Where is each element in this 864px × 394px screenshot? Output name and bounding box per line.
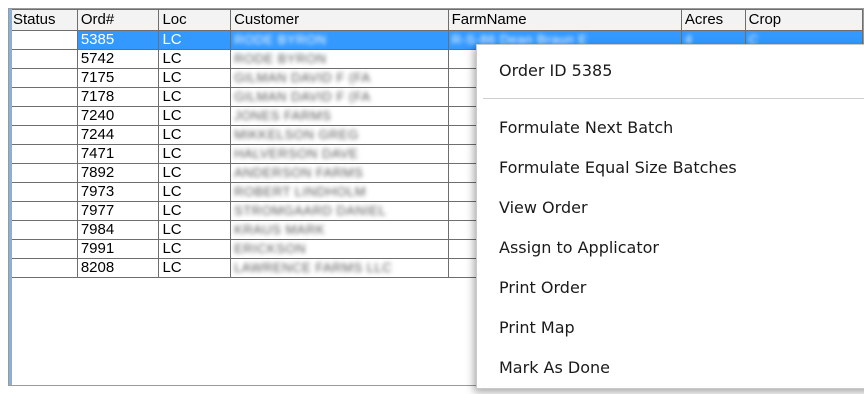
cell-ord[interactable]: 7240 bbox=[76, 106, 160, 126]
cell-loc[interactable]: LC bbox=[158, 125, 232, 145]
cell-status[interactable] bbox=[9, 49, 78, 69]
column-header-crop[interactable]: Crop bbox=[744, 9, 863, 31]
cell-customer[interactable]: STROMGAARD DANIEL bbox=[230, 201, 449, 221]
cell-status[interactable] bbox=[9, 87, 78, 107]
customer-name-redacted: STROMGAARD DANIEL bbox=[234, 203, 387, 218]
cell-ord[interactable]: 7892 bbox=[76, 163, 160, 183]
customer-name-redacted: MIKKELSON GREG bbox=[234, 127, 359, 142]
cell-loc[interactable]: LC bbox=[158, 30, 232, 50]
cell-customer[interactable]: GILMAN DAVID F (FA bbox=[230, 87, 449, 107]
customer-name-redacted: JONES FARMS bbox=[234, 108, 332, 123]
cell-ord[interactable]: 8208 bbox=[76, 258, 160, 278]
cell-customer[interactable]: ERICKSON bbox=[230, 239, 449, 259]
cell-loc[interactable]: LC bbox=[158, 201, 232, 221]
menu-separator bbox=[483, 98, 864, 99]
cell-ord[interactable]: 7991 bbox=[76, 239, 160, 259]
cell-loc[interactable]: LC bbox=[158, 182, 232, 202]
customer-name-redacted: ERICKSON bbox=[234, 241, 306, 256]
customer-name-redacted: ANDERSON FARMS bbox=[234, 165, 364, 180]
cell-customer[interactable]: RODE BYRON bbox=[230, 30, 449, 50]
cell-status[interactable] bbox=[9, 68, 78, 88]
cell-loc[interactable]: LC bbox=[158, 49, 232, 69]
cell-ord[interactable]: 7178 bbox=[76, 87, 160, 107]
column-header-loc[interactable]: Loc bbox=[158, 9, 232, 31]
cell-status[interactable] bbox=[9, 30, 78, 50]
cell-customer[interactable]: LAWRENCE FARMS LLC bbox=[230, 258, 449, 278]
context-menu-header: Order ID 5385 bbox=[499, 61, 613, 80]
cell-status[interactable] bbox=[9, 106, 78, 126]
cell-status[interactable] bbox=[9, 220, 78, 240]
cell-ord[interactable]: 7984 bbox=[76, 220, 160, 240]
column-header-ord[interactable]: Ord# bbox=[76, 9, 160, 31]
cell-loc[interactable]: LC bbox=[158, 68, 232, 88]
menu-item-mark-as-done[interactable]: Mark As Done bbox=[477, 348, 864, 388]
cell-status[interactable] bbox=[9, 201, 78, 221]
cell-loc[interactable]: LC bbox=[158, 106, 232, 126]
cell-status[interactable] bbox=[9, 163, 78, 183]
cell-status[interactable] bbox=[9, 239, 78, 259]
cell-status[interactable] bbox=[9, 258, 78, 278]
cell-customer[interactable]: HALVERSON DAVE bbox=[230, 144, 449, 164]
cell-ord[interactable]: 7977 bbox=[76, 201, 160, 221]
column-header-status[interactable]: Status bbox=[9, 9, 78, 31]
cell-customer[interactable]: MIKKELSON GREG bbox=[230, 125, 449, 145]
column-header-customer[interactable]: Customer bbox=[230, 9, 449, 31]
header-row: Status Ord# Loc Customer FarmName Acres Crop bbox=[9, 9, 863, 31]
context-menu: Order ID 5385 Formulate Next Batch Formul… bbox=[476, 44, 864, 389]
cell-status[interactable] bbox=[9, 125, 78, 145]
menu-item-formulate-equal-size-batches[interactable]: Formulate Equal Size Batches bbox=[477, 148, 864, 188]
menu-item-formulate-next-batch[interactable]: Formulate Next Batch bbox=[477, 108, 864, 148]
cell-customer[interactable]: KRAUS MARK bbox=[230, 220, 449, 240]
column-header-acres[interactable]: Acres bbox=[680, 9, 746, 31]
menu-item-view-order[interactable]: View Order bbox=[477, 188, 864, 228]
cell-ord[interactable]: 7973 bbox=[76, 182, 160, 202]
menu-item-assign-to-applicator[interactable]: Assign to Applicator bbox=[477, 228, 864, 268]
customer-name-redacted: ROBERT LINDHOLM bbox=[234, 184, 367, 199]
customer-name-redacted: LAWRENCE FARMS LLC bbox=[234, 260, 393, 275]
cell-loc[interactable]: LC bbox=[158, 220, 232, 240]
cell-customer[interactable]: GILMAN DAVID F (FA bbox=[230, 68, 449, 88]
customer-name-redacted: GILMAN DAVID F (FA bbox=[234, 70, 371, 85]
cell-loc[interactable]: LC bbox=[158, 163, 232, 183]
customer-name-redacted: RODE BYRON bbox=[234, 32, 327, 47]
cell-ord[interactable]: 7471 bbox=[76, 144, 160, 164]
cell-customer[interactable]: JONES FARMS bbox=[230, 106, 449, 126]
customer-name-redacted: KRAUS MARK bbox=[234, 222, 326, 237]
cell-status[interactable] bbox=[9, 182, 78, 202]
cell-ord[interactable]: 7244 bbox=[76, 125, 160, 145]
cell-loc[interactable]: LC bbox=[158, 87, 232, 107]
customer-name-redacted: HALVERSON DAVE bbox=[234, 146, 359, 161]
customer-name-redacted: GILMAN DAVID F (FA bbox=[234, 89, 371, 104]
cell-ord[interactable]: 5385 bbox=[76, 30, 160, 50]
cell-loc[interactable]: LC bbox=[158, 258, 232, 278]
cell-customer[interactable]: ANDERSON FARMS bbox=[230, 163, 449, 183]
cell-ord[interactable]: 5742 bbox=[76, 49, 160, 69]
cell-loc[interactable]: LC bbox=[158, 144, 232, 164]
menu-item-print-order[interactable]: Print Order bbox=[477, 268, 864, 308]
cell-customer[interactable]: RODE BYRON bbox=[230, 49, 449, 69]
column-header-farmname[interactable]: FarmName bbox=[447, 9, 682, 31]
menu-item-print-map[interactable]: Print Map bbox=[477, 308, 864, 348]
cell-loc[interactable]: LC bbox=[158, 239, 232, 259]
cell-ord[interactable]: 7175 bbox=[76, 68, 160, 88]
cell-customer[interactable]: ROBERT LINDHOLM bbox=[230, 182, 449, 202]
customer-name-redacted: RODE BYRON bbox=[234, 51, 327, 66]
cell-status[interactable] bbox=[9, 144, 78, 164]
